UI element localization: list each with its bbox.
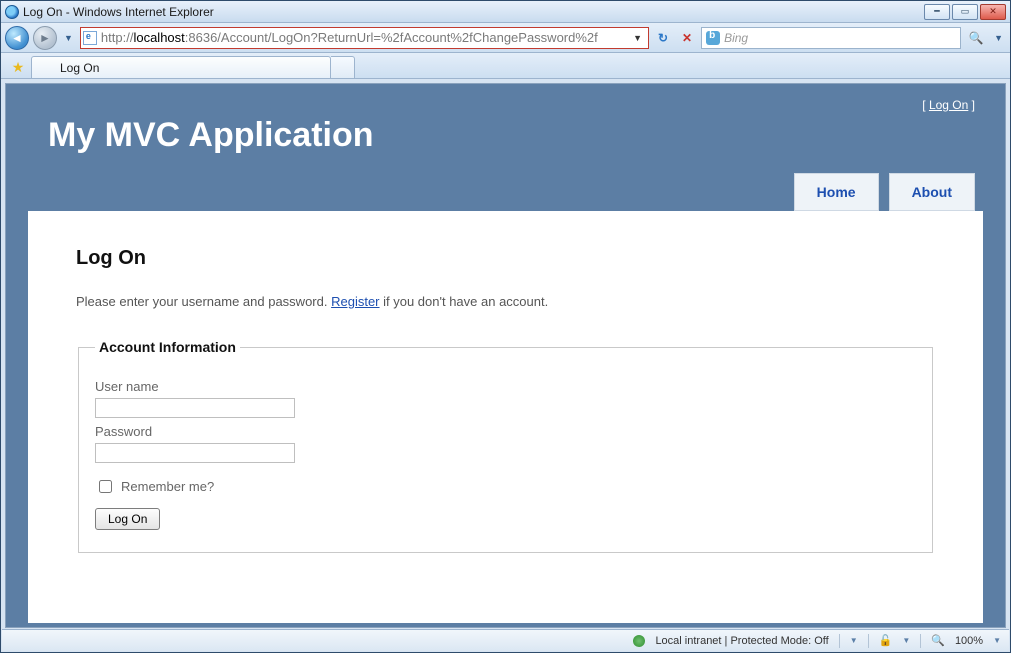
- logon-submit-button[interactable]: Log On: [95, 508, 160, 530]
- tab-title: Log On: [60, 61, 99, 75]
- protected-mode-dropdown[interactable]: ▼: [850, 636, 858, 645]
- refresh-button[interactable]: ↻: [653, 28, 673, 48]
- browser-window: Log On - Windows Internet Explorer ━ ▭ ✕…: [0, 0, 1011, 653]
- nav-history-dropdown[interactable]: ▼: [61, 33, 76, 43]
- new-tab-button[interactable]: [331, 56, 355, 78]
- close-button[interactable]: ✕: [980, 4, 1006, 20]
- zoom-level: 100%: [955, 635, 983, 647]
- address-dropdown[interactable]: ▼: [629, 33, 646, 43]
- security-zone: Local intranet | Protected Mode: Off: [655, 635, 828, 647]
- window-title: Log On - Windows Internet Explorer: [23, 5, 924, 19]
- favorites-button[interactable]: ★: [5, 56, 31, 78]
- titlebar: Log On - Windows Internet Explorer ━ ▭ ✕: [1, 1, 1010, 23]
- password-label: Password: [95, 424, 916, 439]
- register-link[interactable]: Register: [331, 294, 379, 309]
- account-bar: [ Log On ]: [8, 84, 1003, 112]
- nav-toolbar: ◄ ► ▼ http://localhost:8636/Account/LogO…: [1, 23, 1010, 53]
- nav-tabs: Home About: [8, 173, 1003, 211]
- maximize-button[interactable]: ▭: [952, 4, 978, 20]
- remember-checkbox[interactable]: [99, 480, 112, 493]
- page-tools-dropdown[interactable]: ▼: [902, 636, 910, 645]
- back-button[interactable]: ◄: [5, 26, 29, 50]
- page: [ Log On ] My MVC Application Home About…: [6, 84, 1005, 627]
- zoom-dropdown[interactable]: ▼: [993, 636, 1001, 645]
- tab-active[interactable]: Log On: [31, 56, 331, 78]
- bing-icon: [706, 31, 720, 45]
- page-tools-icon[interactable]: 🔓: [879, 634, 893, 647]
- forward-button[interactable]: ►: [33, 26, 57, 50]
- tab-bar: ★ Log On: [1, 53, 1010, 79]
- nav-about[interactable]: About: [889, 173, 975, 211]
- account-fieldset: Account Information User name Password R…: [78, 339, 933, 553]
- username-label: User name: [95, 379, 916, 394]
- password-input[interactable]: [95, 443, 295, 463]
- page-icon: [83, 31, 97, 45]
- nav-home[interactable]: Home: [794, 173, 879, 211]
- main-content: Log On Please enter your username and pa…: [28, 211, 983, 623]
- url-text: http://localhost:8636/Account/LogOn?Retu…: [101, 30, 629, 45]
- search-dropdown[interactable]: ▼: [991, 33, 1006, 43]
- logon-link[interactable]: Log On: [929, 98, 968, 112]
- page-heading: Log On: [76, 247, 935, 270]
- remember-label: Remember me?: [121, 479, 214, 494]
- search-box[interactable]: Bing: [701, 27, 961, 49]
- app-title: My MVC Application: [8, 112, 1003, 173]
- search-button[interactable]: 🔍: [965, 28, 987, 48]
- search-placeholder: Bing: [724, 31, 748, 45]
- minimize-button[interactable]: ━: [924, 4, 950, 20]
- ie-icon: [5, 5, 19, 19]
- zone-icon: [633, 635, 645, 647]
- address-bar[interactable]: http://localhost:8636/Account/LogOn?Retu…: [80, 27, 649, 49]
- viewport: [ Log On ] My MVC Application Home About…: [5, 83, 1006, 628]
- stop-button[interactable]: ✕: [677, 28, 697, 48]
- zoom-icon[interactable]: 🔍: [931, 634, 945, 647]
- username-input[interactable]: [95, 398, 295, 418]
- status-bar: Local intranet | Protected Mode: Off ▼ 🔓…: [2, 629, 1009, 651]
- ie-icon: [40, 61, 54, 75]
- instruction-text: Please enter your username and password.…: [76, 294, 935, 309]
- fieldset-legend: Account Information: [95, 339, 240, 355]
